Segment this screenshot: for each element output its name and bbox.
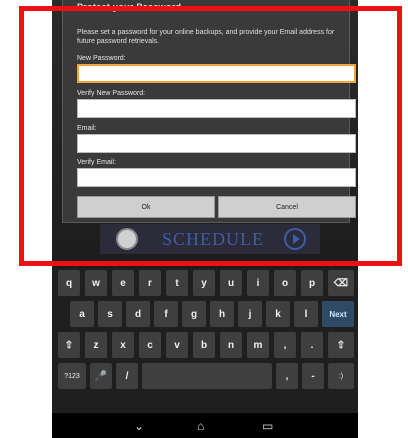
system-navbar: ⌄ ⌂ ▭ [52, 413, 358, 438]
soft-keyboard: q w e r t y u i o p ⌫ a s d f g h j k l … [52, 268, 358, 413]
back-icon[interactable]: ⌄ [134, 419, 144, 433]
key-m[interactable]: m [247, 332, 269, 358]
next-key[interactable]: Next [322, 301, 354, 327]
key-apostrophe[interactable]: , [276, 363, 298, 389]
key-i[interactable]: i [247, 270, 269, 296]
shift-key-right[interactable]: ⇧ [328, 332, 354, 358]
backspace-key[interactable]: ⌫ [328, 270, 354, 296]
key-dash[interactable]: - [302, 363, 324, 389]
key-z[interactable]: z [85, 332, 107, 358]
space-bar[interactable] [142, 363, 272, 389]
key-y[interactable]: y [193, 270, 215, 296]
key-l[interactable]: l [294, 301, 318, 327]
key-r[interactable]: r [139, 270, 161, 296]
mic-icon[interactable]: 🎤 [90, 363, 112, 389]
key-g[interactable]: g [182, 301, 206, 327]
emoji-key[interactable]: :) [328, 363, 354, 389]
key-e[interactable]: e [112, 270, 134, 296]
symbols-key[interactable]: ?123 [58, 363, 86, 389]
home-icon[interactable]: ⌂ [197, 419, 204, 433]
key-period[interactable]: . [301, 332, 323, 358]
key-a[interactable]: a [70, 301, 94, 327]
highlight-frame [19, 6, 402, 266]
key-k[interactable]: k [266, 301, 290, 327]
key-n[interactable]: n [220, 332, 242, 358]
key-o[interactable]: o [274, 270, 296, 296]
key-b[interactable]: b [193, 332, 215, 358]
key-slash[interactable]: / [116, 363, 138, 389]
key-v[interactable]: v [166, 332, 188, 358]
key-d[interactable]: d [126, 301, 150, 327]
key-x[interactable]: x [112, 332, 134, 358]
key-t[interactable]: t [166, 270, 188, 296]
key-c[interactable]: c [139, 332, 161, 358]
key-u[interactable]: u [220, 270, 242, 296]
key-h[interactable]: h [210, 301, 234, 327]
key-comma[interactable]: , [274, 332, 296, 358]
key-q[interactable]: q [58, 270, 80, 296]
recents-icon[interactable]: ▭ [262, 419, 273, 433]
key-f[interactable]: f [154, 301, 178, 327]
key-p[interactable]: p [301, 270, 323, 296]
key-w[interactable]: w [85, 270, 107, 296]
key-j[interactable]: j [238, 301, 262, 327]
shift-key-left[interactable]: ⇧ [58, 332, 80, 358]
key-s[interactable]: s [98, 301, 122, 327]
